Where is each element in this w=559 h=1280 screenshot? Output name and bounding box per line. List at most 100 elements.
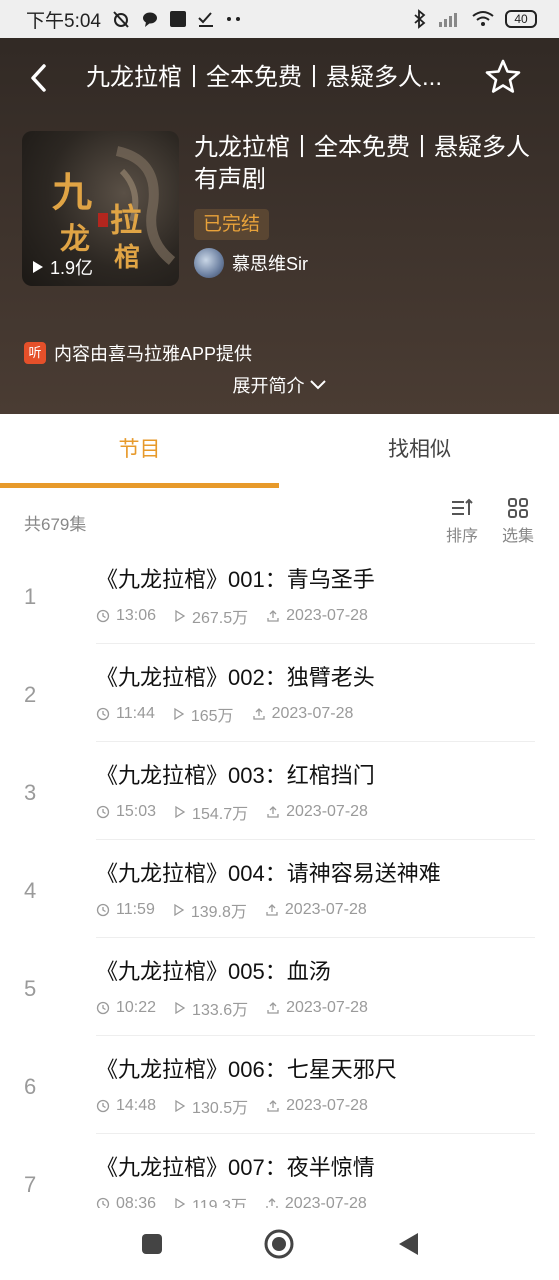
- episode-index: 7: [24, 1172, 37, 1197]
- episode-meta: 11:59 139.8万 2023-07-28: [96, 898, 367, 922]
- plays: 165万: [173, 702, 234, 726]
- sort-icon: [452, 498, 473, 515]
- top-bar: 九龙拉棺丨全本免费丨悬疑多人...: [0, 48, 559, 108]
- check-download-icon: [197, 10, 215, 28]
- square-icon: [142, 1234, 162, 1254]
- tab-similar[interactable]: 找相似: [280, 414, 559, 486]
- wifi-icon: [471, 10, 495, 28]
- episode-index: 4: [24, 878, 37, 903]
- app-square-icon: [169, 10, 187, 28]
- provider-note: 听 内容由喜马拉雅APP提供: [24, 340, 252, 366]
- select-episodes-button[interactable]: 选集: [496, 498, 540, 546]
- page-title: 九龙拉棺丨全本免费丨悬疑多人...: [86, 64, 443, 91]
- upload-date: 2023-07-28: [266, 1094, 368, 1118]
- duration: 08:36: [96, 1192, 156, 1208]
- list-item[interactable]: 7 《九龙拉棺》007：夜半惊情 08:36 119.3万 2023-07-28: [0, 1134, 559, 1208]
- episode-index: 1: [24, 584, 37, 609]
- status-badge: 已完结: [194, 209, 270, 240]
- upload-icon: [267, 610, 279, 622]
- list-item[interactable]: 6 《九龙拉棺》006：七星天邪尺 14:48 130.5万 2023-07-2…: [0, 1036, 559, 1134]
- clock-icon: [96, 805, 110, 819]
- episode-meta: 15:03 154.7万 2023-07-28: [96, 800, 368, 824]
- grid-icon: [508, 498, 528, 518]
- chevron-left-icon: [31, 64, 46, 92]
- episode-meta: 11:44 165万 2023-07-28: [96, 702, 353, 726]
- sort-label: 排序: [445, 528, 478, 545]
- upload-icon: [266, 904, 278, 916]
- expand-intro-button[interactable]: 展开简介: [0, 372, 559, 398]
- ximalaya-logo-icon: 听: [24, 342, 46, 364]
- list-item[interactable]: 2 《九龙拉棺》002：独臂老头 11:44 165万 2023-07-28: [0, 644, 559, 742]
- duration: 11:44: [96, 702, 155, 726]
- upload-icon: [267, 1100, 279, 1112]
- subscribe-button[interactable]: [484, 58, 522, 96]
- episode-index: 6: [24, 1074, 37, 1099]
- plays: 154.7万: [174, 800, 248, 824]
- svg-text:拉: 拉: [110, 201, 142, 239]
- home-circle-icon: [264, 1229, 294, 1259]
- duration: 14:48: [96, 1094, 156, 1118]
- duration: 13:06: [96, 604, 156, 628]
- episode-meta: 08:36 119.3万 2023-07-28: [96, 1192, 367, 1208]
- upload-icon: [267, 806, 279, 818]
- episode-index: 2: [24, 682, 37, 707]
- active-tab-indicator: [0, 483, 279, 488]
- upload-date: 2023-07-28: [265, 1192, 367, 1208]
- back-button[interactable]: [24, 62, 56, 94]
- cover-play-count: 1.9亿: [32, 254, 93, 280]
- play-outline-icon: [175, 1099, 186, 1113]
- more-dots-icon: [225, 15, 243, 23]
- clock-icon: [96, 1197, 110, 1208]
- play-outline-icon: [174, 903, 185, 917]
- upload-date: 2023-07-28: [252, 702, 353, 726]
- status-bar: 下午5:04 40: [0, 0, 559, 38]
- message-icon: [141, 10, 159, 28]
- upload-date: 2023-07-28: [266, 800, 368, 824]
- recents-button[interactable]: [136, 1228, 168, 1260]
- plays: 130.5万: [174, 1094, 248, 1118]
- list-item[interactable]: 3 《九龙拉棺》003：红棺挡门 15:03 154.7万 2023-07-28: [0, 742, 559, 840]
- clock-icon: [96, 609, 110, 623]
- episode-title: 《九龙拉棺》001：青乌圣手: [96, 567, 375, 592]
- plays: 133.6万: [174, 996, 248, 1020]
- episode-title: 《九龙拉棺》003：红棺挡门: [96, 763, 375, 788]
- chevron-down-icon: [309, 380, 326, 390]
- svg-text:棺: 棺: [114, 243, 140, 273]
- episode-title: 《九龙拉棺》007：夜半惊情: [96, 1155, 375, 1180]
- upload-icon: [267, 1002, 279, 1014]
- tab-programs[interactable]: 节目: [0, 414, 279, 486]
- sort-button[interactable]: 排序: [440, 498, 484, 546]
- episode-title: 《九龙拉棺》006：七星天邪尺: [96, 1057, 397, 1082]
- upload-date: 2023-07-28: [266, 604, 368, 628]
- nav-back-button[interactable]: [392, 1228, 424, 1260]
- provider-text: 内容由喜马拉雅APP提供: [54, 344, 253, 364]
- list-item[interactable]: 4 《九龙拉棺》004：请神容易送神难 11:59 139.8万 2023-07…: [0, 840, 559, 938]
- play-outline-icon: [174, 707, 185, 721]
- triangle-back-icon: [399, 1233, 418, 1255]
- plays: 267.5万: [174, 604, 248, 628]
- album-title: 九龙拉棺丨全本免费丨悬疑多人有声剧: [194, 134, 530, 193]
- list-item[interactable]: 1 《九龙拉棺》001：青乌圣手 13:06 267.5万 2023-07-28: [0, 546, 559, 644]
- signal-icon: [437, 10, 461, 28]
- svg-text:龙: 龙: [60, 222, 90, 257]
- episode-meta: 10:22 133.6万 2023-07-28: [96, 996, 368, 1020]
- star-icon: [485, 59, 521, 93]
- play-outline-icon: [175, 1001, 186, 1015]
- select-label: 选集: [501, 528, 534, 545]
- tab-bar: 节目 找相似: [0, 414, 559, 490]
- duration: 15:03: [96, 800, 156, 824]
- play-count: 1.9亿: [50, 258, 94, 278]
- author-link[interactable]: 慕思维Sir: [194, 248, 308, 278]
- upload-date: 2023-07-28: [265, 898, 367, 922]
- home-button[interactable]: [263, 1228, 295, 1260]
- episode-index: 5: [24, 976, 37, 1001]
- upload-icon: [266, 1198, 278, 1208]
- alarm-off-icon: [111, 9, 131, 29]
- clock-icon: [96, 1001, 110, 1015]
- list-header: 共679集 排序 选集: [0, 490, 559, 550]
- episode-title: 《九龙拉棺》002：独臂老头: [96, 665, 375, 690]
- album-cover[interactable]: 九 龙 拉 棺 1.9亿: [22, 131, 179, 286]
- play-outline-icon: [175, 1197, 186, 1208]
- list-item[interactable]: 5 《九龙拉棺》005：血汤 10:22 133.6万 2023-07-28: [0, 938, 559, 1036]
- svg-text:九: 九: [52, 169, 92, 216]
